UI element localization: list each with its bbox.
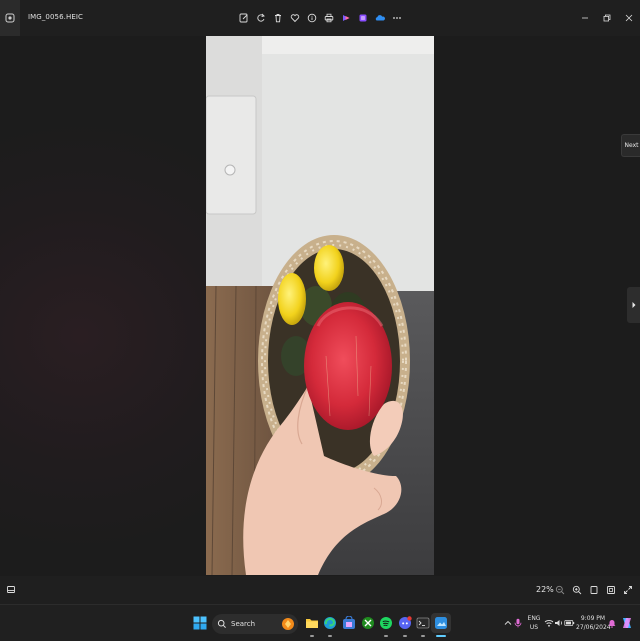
minimize-icon[interactable] (574, 0, 596, 36)
taskbar-search[interactable]: Search (212, 614, 298, 634)
start-icon[interactable] (190, 613, 210, 633)
clock-date: 27/06/2024 (576, 624, 611, 631)
running-indicator (310, 635, 314, 637)
running-indicator (384, 635, 388, 637)
windows-taskbar: Search ENG US 9:09 PM 27/06/2024 (0, 604, 640, 641)
edit-icon[interactable] (236, 8, 251, 28)
window-controls (574, 0, 640, 36)
copilot-icon[interactable] (618, 613, 636, 633)
search-label: Search (231, 620, 256, 628)
active-indicator (436, 635, 446, 637)
viewer-status-bar: 22% (0, 576, 640, 604)
clock[interactable]: 9:09 PM 27/06/2024 (576, 614, 611, 632)
photos-icon[interactable] (431, 613, 451, 637)
title-bar: IMG_0056.HEIC (0, 0, 640, 36)
edge-icon[interactable] (320, 613, 340, 637)
photos-app-icon (0, 0, 20, 36)
actual-size-icon[interactable] (587, 581, 601, 599)
file-explorer-icon[interactable] (302, 613, 322, 637)
zoom-out-icon[interactable] (553, 581, 567, 599)
displayed-photo[interactable] (206, 36, 434, 575)
discord-icon[interactable] (395, 613, 415, 637)
language-code: ENG (527, 615, 541, 622)
running-indicator (403, 635, 407, 637)
zoom-level[interactable]: 22% (536, 585, 554, 594)
viewer-toolbar (236, 8, 404, 28)
fullscreen-icon[interactable] (621, 581, 635, 599)
xbox-icon[interactable] (358, 613, 378, 633)
print-icon[interactable] (321, 8, 336, 28)
store-icon[interactable] (339, 613, 359, 633)
filmstrip-icon[interactable] (4, 583, 18, 597)
region-code: US (529, 624, 539, 631)
spotify-icon[interactable] (376, 613, 396, 637)
notification-bell-icon[interactable] (606, 613, 618, 633)
clipchamp-icon[interactable] (338, 8, 353, 28)
running-indicator (421, 635, 425, 637)
zoom-tools (553, 581, 635, 599)
clock-time: 9:09 PM (580, 615, 606, 622)
fit-window-icon[interactable] (604, 581, 618, 599)
copilot-highlight-icon (282, 618, 294, 630)
more-icon[interactable] (389, 8, 404, 28)
input-language[interactable]: ENG US (524, 614, 544, 632)
rotate-icon[interactable] (253, 8, 268, 28)
terminal-icon[interactable] (413, 613, 433, 637)
designer-icon[interactable] (355, 8, 370, 28)
onedrive-icon[interactable] (372, 8, 387, 28)
close-icon[interactable] (618, 0, 640, 36)
next-image-button[interactable] (627, 287, 640, 323)
info-icon[interactable] (304, 8, 319, 28)
delete-icon[interactable] (270, 8, 285, 28)
zoom-in-icon[interactable] (570, 581, 584, 599)
chevron-right-icon (632, 302, 635, 308)
file-name: IMG_0056.HEIC (28, 13, 84, 21)
favorite-heart-icon[interactable] (287, 8, 302, 28)
search-icon (217, 619, 226, 628)
battery-icon[interactable] (563, 613, 575, 633)
restore-icon[interactable] (596, 0, 618, 36)
next-tooltip: Next (621, 134, 640, 157)
running-indicator (328, 635, 332, 637)
